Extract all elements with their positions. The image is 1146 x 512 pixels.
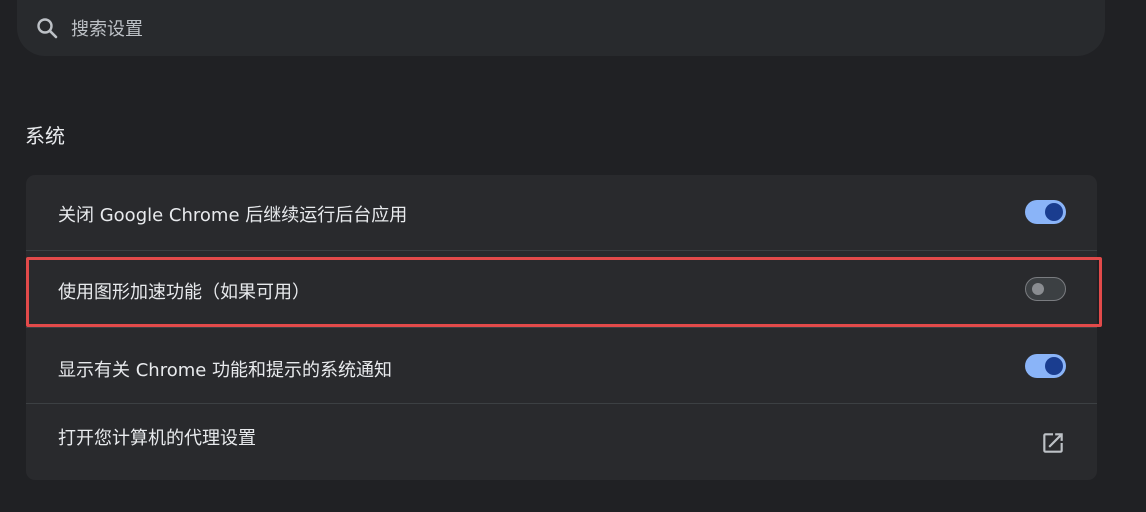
open-in-new-icon[interactable] <box>1040 430 1066 456</box>
search-icon <box>37 18 58 39</box>
search-input[interactable] <box>69 0 973 58</box>
background-apps-toggle[interactable] <box>1025 200 1066 224</box>
settings-card: 关闭 Google Chrome 后继续运行后台应用 使用图形加速功能（如果可用… <box>26 175 1097 480</box>
setting-row-system-notifications[interactable]: 显示有关 Chrome 功能和提示的系统通知 <box>26 327 1097 403</box>
setting-row-background-apps[interactable]: 关闭 Google Chrome 后继续运行后台应用 <box>26 175 1097 251</box>
setting-label: 打开您计算机的代理设置 <box>58 428 256 449</box>
setting-row-hardware-acceleration[interactable]: 使用图形加速功能（如果可用） <box>26 250 1097 327</box>
hardware-acceleration-toggle[interactable] <box>1025 277 1066 301</box>
setting-label: 使用图形加速功能（如果可用） <box>58 282 310 303</box>
setting-label: 关闭 Google Chrome 后继续运行后台应用 <box>58 205 408 226</box>
toggle-knob <box>1045 357 1063 375</box>
setting-label: 显示有关 Chrome 功能和提示的系统通知 <box>58 360 393 381</box>
setting-row-proxy-settings[interactable]: 打开您计算机的代理设置 <box>26 403 1097 480</box>
system-notifications-toggle[interactable] <box>1025 354 1066 378</box>
toggle-knob <box>1032 283 1044 295</box>
section-title: 系统 <box>25 124 65 148</box>
search-bar[interactable] <box>17 0 1105 58</box>
toggle-knob <box>1045 203 1063 221</box>
